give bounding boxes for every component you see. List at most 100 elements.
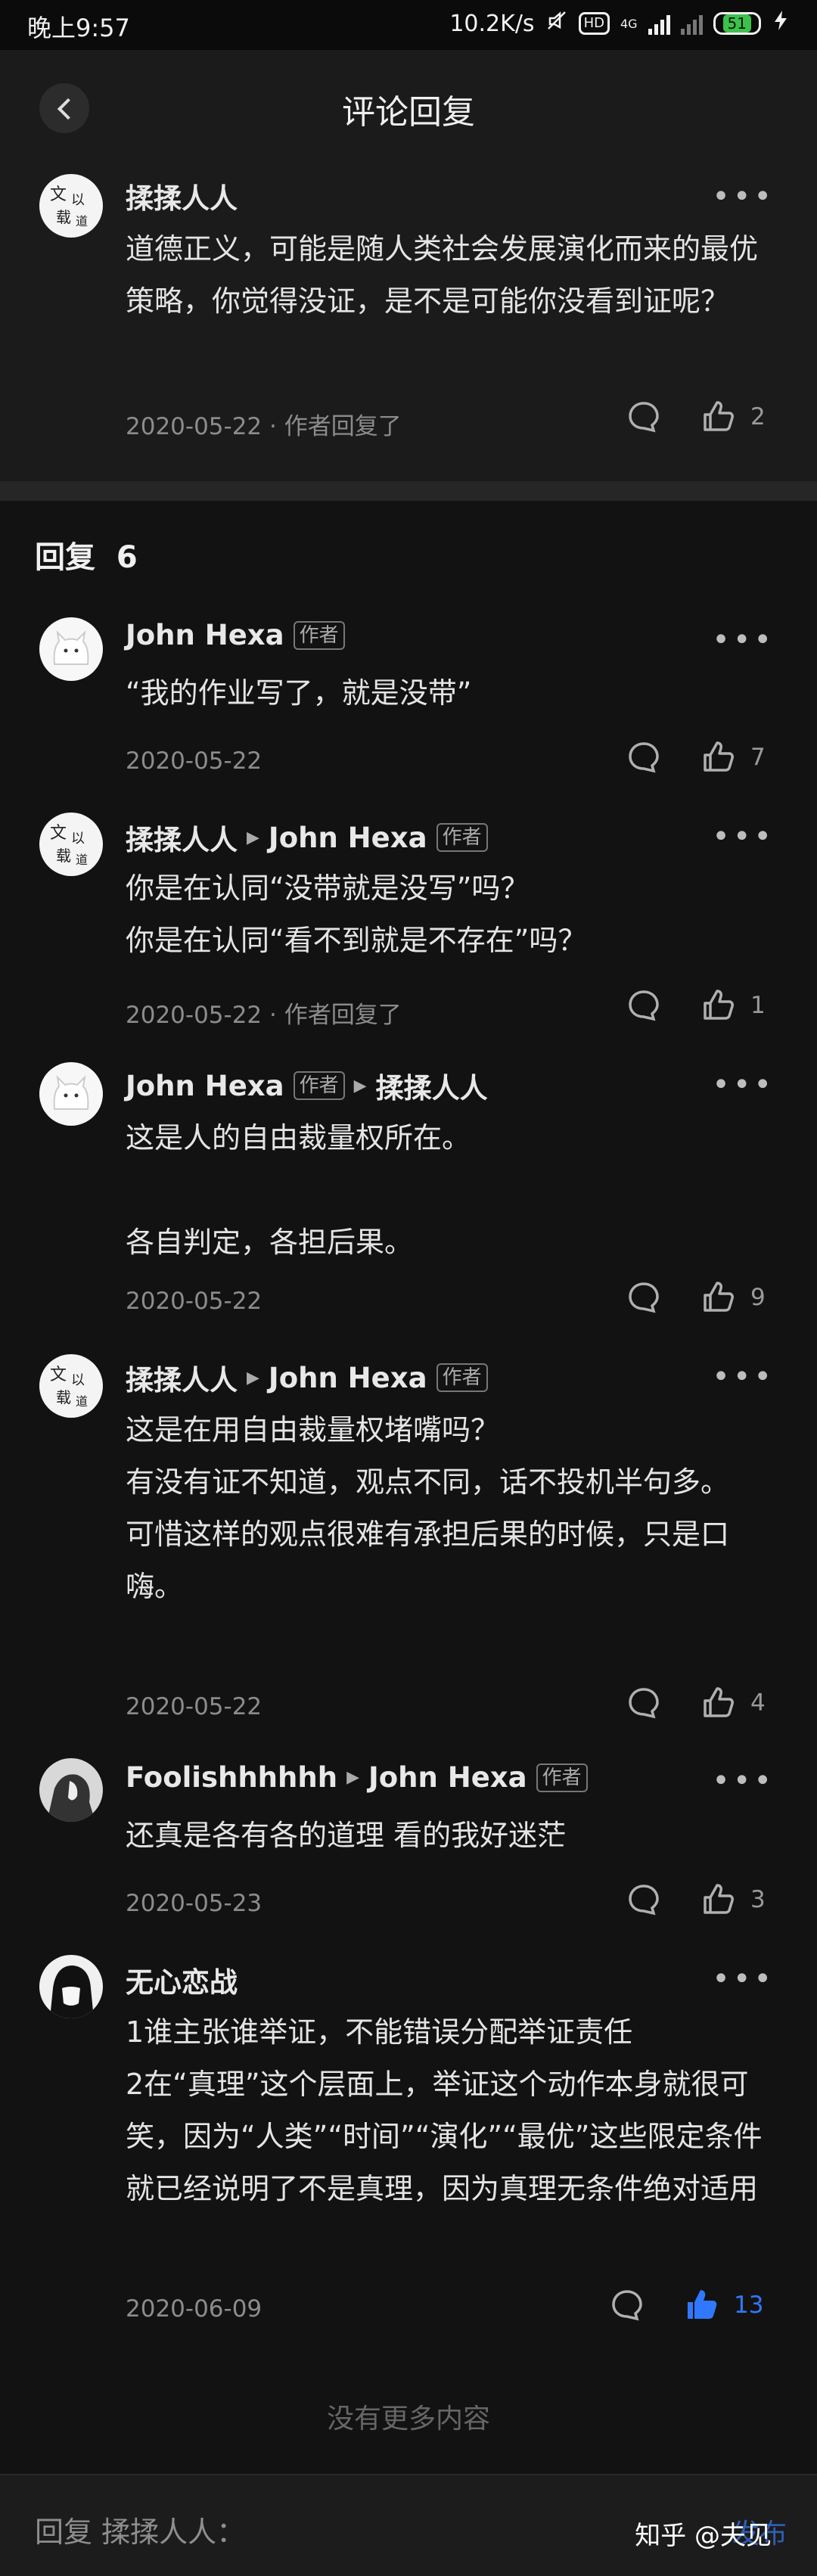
more-options-icon[interactable]: ••• xyxy=(712,1766,775,1796)
avatar[interactable]: 文以载道 xyxy=(39,174,103,238)
reply-author[interactable]: John Hexa 作者 ▶ 揉揉人人 xyxy=(126,1065,488,1106)
like-button[interactable]: 13 xyxy=(684,2288,763,2323)
reply-text: 你是在认同“没带就是没写”吗？ 你是在认同“看不到就是不存在”吗？ xyxy=(126,872,587,957)
reply-text: 1谁主张谁举证，不能错误分配举证责任 2在“真理”这个层面上，举证这个动作本身就… xyxy=(126,2015,763,2205)
author-badge: 作者 xyxy=(436,823,488,852)
reply-to-arrow-icon: ▶ xyxy=(346,1768,359,1787)
more-options-icon[interactable]: ••• xyxy=(712,182,775,212)
like-button[interactable]: 1 xyxy=(701,988,766,1023)
page-title: 评论回复 xyxy=(342,93,475,132)
svg-text:载: 载 xyxy=(56,208,71,226)
reply-meta: 2020-05-22 · 作者回复了 xyxy=(126,1002,402,1029)
main-comment: 文以载道 揉揉人人 ••• 道德正义，可能是随人类社会发展演化而来的最优策略，你… xyxy=(0,166,817,481)
reply-icon[interactable] xyxy=(626,740,661,775)
reply-icon[interactable] xyxy=(626,1280,661,1315)
reply-to-user[interactable]: John Hexa xyxy=(269,1362,427,1394)
reply-input[interactable]: 回复 揉揉人人： xyxy=(35,2509,245,2550)
avatar[interactable] xyxy=(39,1758,103,1822)
reply-input-bar: 回复 揉揉人人： 发布 知乎 @夫见 xyxy=(0,2474,817,2576)
svg-text:道: 道 xyxy=(76,1394,88,1409)
author-badge: 作者 xyxy=(436,1363,488,1392)
like-button[interactable]: 3 xyxy=(701,1882,766,1917)
status-time: 晚上9:57 xyxy=(27,14,130,42)
reply-icon[interactable] xyxy=(626,1882,661,1917)
status-icons: 10.2K/s HD 4G 51 xyxy=(449,9,790,38)
like-button[interactable]: 4 xyxy=(701,1686,766,1720)
battery-icon: 51 xyxy=(713,12,761,35)
replies-count: 6 xyxy=(116,540,138,575)
more-options-icon[interactable]: ••• xyxy=(712,1070,775,1100)
svg-text:道: 道 xyxy=(76,214,88,228)
avatar[interactable] xyxy=(39,1955,103,2018)
reply-icon[interactable] xyxy=(626,399,661,434)
more-options-icon[interactable]: ••• xyxy=(712,1362,775,1392)
more-options-icon[interactable]: ••• xyxy=(712,625,775,655)
reply-text: 这是在用自由裁量权堵嘴吗？ 有没有证不知道，观点不同，话不投机半句多。 可惜这样… xyxy=(126,1413,730,1603)
reply-meta: 2020-05-22 xyxy=(126,1288,262,1315)
like-count: 7 xyxy=(750,744,766,771)
avatar[interactable] xyxy=(39,617,103,681)
mute-icon xyxy=(545,9,568,38)
end-of-list-text: 没有更多内容 xyxy=(326,2404,490,2435)
avatar[interactable]: 文以载道 xyxy=(39,813,103,876)
reply-icon[interactable] xyxy=(626,988,661,1023)
like-count: 3 xyxy=(750,1886,766,1913)
reply-to-arrow-icon: ▶ xyxy=(247,1368,259,1387)
network-type: 4G xyxy=(620,16,638,31)
svg-text:文: 文 xyxy=(50,185,67,204)
like-count: 13 xyxy=(734,2292,764,2319)
reply-text: 还真是各有各的道理 看的我好迷茫 xyxy=(126,1819,567,1852)
svg-text:以: 以 xyxy=(71,192,85,208)
thumbs-up-filled-icon xyxy=(688,2290,717,2319)
signal-icon xyxy=(648,12,670,35)
like-button[interactable]: 2 xyxy=(701,399,766,434)
svg-text:文: 文 xyxy=(50,824,67,843)
reply-author[interactable]: John Hexa 作者 xyxy=(126,619,345,651)
thumbs-up-icon xyxy=(704,1884,734,1914)
like-button[interactable]: 7 xyxy=(701,740,766,775)
more-options-icon[interactable]: ••• xyxy=(712,1964,775,1994)
reply-to-user[interactable]: 揉揉人人 xyxy=(376,1065,488,1106)
thumbs-up-icon xyxy=(704,401,734,431)
reply-to-user[interactable]: John Hexa xyxy=(269,822,427,854)
reply-author[interactable]: 无心恋战 xyxy=(126,1959,238,2000)
author-badge: 作者 xyxy=(536,1763,588,1792)
top-navigation: 评论回复 xyxy=(0,50,817,166)
hd-icon: HD xyxy=(578,12,610,35)
reply-to-arrow-icon: ▶ xyxy=(353,1076,367,1095)
reply-to-user[interactable]: John Hexa xyxy=(368,1761,527,1794)
replies-header: 回复 6 xyxy=(35,540,138,575)
reply-icon[interactable] xyxy=(610,2288,645,2323)
svg-text:载: 载 xyxy=(56,1388,71,1406)
reply-icon[interactable] xyxy=(626,1686,661,1720)
thumbs-up-icon xyxy=(704,1282,734,1312)
status-bar: 晚上9:57 10.2K/s HD 4G 51 xyxy=(0,0,817,50)
reply-author[interactable]: Foolishhhhhh ▶ John Hexa 作者 xyxy=(126,1761,588,1794)
like-button[interactable]: 9 xyxy=(701,1280,766,1315)
like-count: 4 xyxy=(750,1689,766,1717)
thumbs-up-icon xyxy=(704,990,734,1020)
thumbs-up-icon xyxy=(704,741,734,772)
svg-text:道: 道 xyxy=(76,853,88,867)
reply-author[interactable]: 揉揉人人 ▶ John Hexa 作者 xyxy=(126,817,488,858)
reply-meta: 2020-05-23 xyxy=(126,1890,262,1917)
like-count: 9 xyxy=(750,1284,766,1311)
reply-meta: 2020-05-22 xyxy=(126,1693,262,1720)
svg-text:以: 以 xyxy=(71,831,85,847)
reply-author[interactable]: 揉揉人人 ▶ John Hexa 作者 xyxy=(126,1357,488,1398)
reply-text: “我的作业写了，就是没带” xyxy=(126,676,472,710)
svg-text:载: 载 xyxy=(56,847,71,865)
avatar[interactable] xyxy=(39,1062,103,1126)
reply-meta: 2020-05-22 xyxy=(126,747,262,775)
reply-to-arrow-icon: ▶ xyxy=(247,828,259,847)
comment-meta: 2020-05-22 · 作者回复了 xyxy=(126,413,402,440)
more-options-icon[interactable]: ••• xyxy=(712,822,775,852)
comment-author[interactable]: 揉揉人人 xyxy=(126,176,238,216)
like-count: 2 xyxy=(750,403,766,430)
charging-icon xyxy=(772,9,790,38)
svg-text:以: 以 xyxy=(71,1372,85,1388)
author-badge: 作者 xyxy=(293,620,345,650)
reply-meta: 2020-06-09 xyxy=(126,2295,262,2323)
avatar[interactable]: 文以载道 xyxy=(39,1354,103,1418)
section-divider xyxy=(0,481,817,501)
